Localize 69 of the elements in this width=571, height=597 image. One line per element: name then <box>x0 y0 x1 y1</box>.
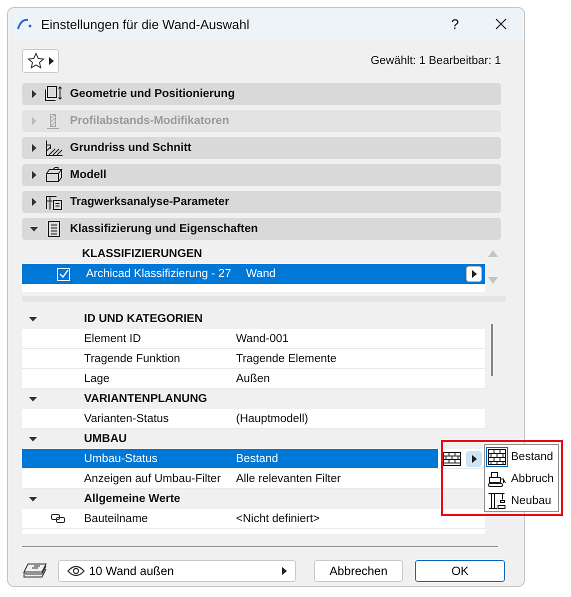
caret-icon <box>472 270 476 278</box>
property-name: Varianten-Status <box>84 412 170 424</box>
window-title: Einstellungen für die Wand-Auswahl <box>41 16 250 32</box>
property-name: Bauteilname <box>84 512 149 524</box>
menu-item[interactable]: Neubau <box>485 490 558 512</box>
property-row[interactable]: Umbau-Status Bestand <box>22 449 485 469</box>
checkbox[interactable] <box>57 268 70 280</box>
ok-button[interactable]: OK <box>415 560 505 582</box>
group-header[interactable]: ID UND KATEGORIEN <box>22 309 485 329</box>
app-logo-icon <box>17 18 33 30</box>
star-icon <box>27 52 45 70</box>
property-name: Anzeigen auf Umbau-Filter <box>84 472 222 484</box>
property-value: Bestand <box>236 452 280 464</box>
eye-icon <box>67 565 85 577</box>
group-header[interactable]: UMBAU <box>22 429 485 449</box>
caret-icon <box>282 567 287 575</box>
menu-item[interactable]: Abbruch <box>485 468 558 490</box>
scrollbar-thumb[interactable] <box>491 324 493 376</box>
arrow-button[interactable] <box>466 266 482 282</box>
property-value: <Nicht definiert> <box>236 512 321 524</box>
property-value: Alle relevanten Filter <box>236 472 342 484</box>
caret-icon <box>30 198 38 206</box>
help-button[interactable]: ? <box>432 8 478 40</box>
arrow-button[interactable] <box>466 450 482 466</box>
caret-icon <box>49 57 54 65</box>
caret-icon <box>29 495 37 503</box>
group-header[interactable]: Allgemeine Werte <box>22 489 485 509</box>
caret-icon <box>29 315 37 323</box>
section-header[interactable]: Geometrie und Positionierung <box>22 83 501 105</box>
caret-icon <box>30 90 38 98</box>
layer-dropdown[interactable]: 10 Wand außen <box>58 560 296 582</box>
cancel-button[interactable]: Abbrechen <box>314 560 403 582</box>
section-header[interactable]: Tragwerksanalyse-Parameter <box>22 191 501 213</box>
property-name: Lage <box>84 372 111 384</box>
brick-wall-icon <box>442 450 462 466</box>
caret-icon <box>472 454 476 462</box>
property-value: Tragende Elemente <box>236 352 338 364</box>
caret-icon <box>30 144 38 152</box>
selection-count: Gewählt: 1 Bearbeitbar: 1 <box>370 55 501 67</box>
classification-row[interactable]: Archicad Klassifizierung - 27 Wand <box>22 264 485 284</box>
column-heading: KLASSIFIZIERUNGEN <box>82 248 202 260</box>
link-icon <box>51 514 65 523</box>
property-value: (Hauptmodell) <box>236 412 310 424</box>
classification-name: Archicad Klassifizierung - 27 <box>86 268 232 280</box>
structure-icon <box>44 193 64 211</box>
caret-icon <box>29 435 37 443</box>
section-header[interactable]: Klassifizierung und Eigenschaften <box>22 218 501 240</box>
property-name: Umbau-Status <box>84 452 159 464</box>
section-header[interactable]: Modell <box>22 164 501 186</box>
geometry-icon <box>44 85 64 103</box>
property-value: Wand-001 <box>236 332 290 344</box>
section-header[interactable]: Grundriss und Schnitt <box>22 137 501 159</box>
caret-icon <box>30 225 38 233</box>
classification-value: Wand <box>246 268 277 280</box>
caret-icon <box>29 395 37 403</box>
crane-icon <box>487 492 507 510</box>
property-name: Tragende Funktion <box>84 352 182 364</box>
hatched-section-icon <box>44 139 64 157</box>
bulldozer-icon <box>487 470 507 488</box>
close-icon <box>495 18 507 30</box>
box-icon <box>44 166 64 184</box>
menu-item[interactable]: Bestand <box>485 446 558 468</box>
brick-wall-icon <box>487 448 507 466</box>
group-header[interactable]: VARIANTENPLANUNG <box>22 389 485 409</box>
property-value: Außen <box>236 372 271 384</box>
caret-icon <box>30 171 38 179</box>
favorites-button[interactable] <box>22 49 59 73</box>
property-name: Element ID <box>84 332 142 344</box>
caret-icon <box>30 117 38 125</box>
